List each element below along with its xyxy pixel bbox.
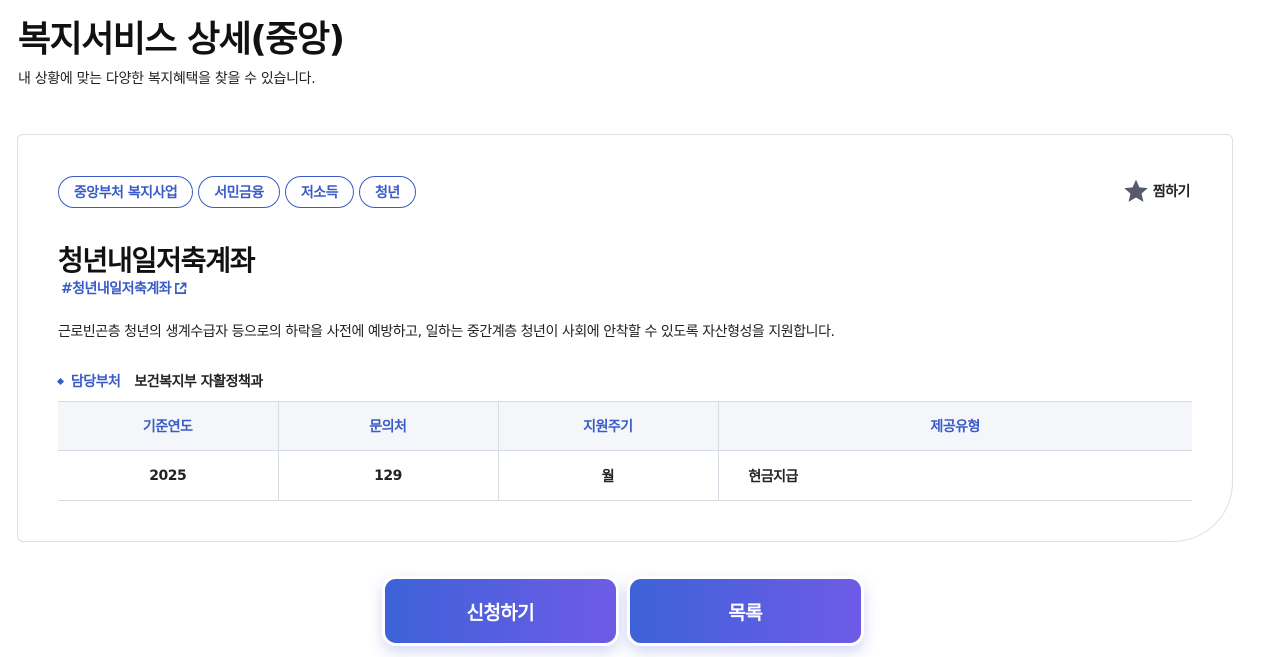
page-subtitle: 내 상황에 맞는 다양한 복지혜택을 찾을 수 있습니다. — [18, 71, 316, 87]
service-detail-card: 중앙부처 복지사업 서민금융 저소득 청년 찜하기 청년내일저축계좌 #청년내일… — [17, 134, 1233, 542]
service-description: 근로빈곤층 청년의 생계수급자 등으로의 하락을 사전에 예방하고, 일하는 중… — [58, 324, 835, 340]
tag-youth[interactable]: 청년 — [359, 176, 416, 208]
service-hashtag-link[interactable]: #청년내일저축계좌 — [61, 278, 187, 298]
cell-contact: 129 — [278, 450, 499, 501]
header-type: 제공유형 — [718, 401, 1192, 451]
external-link-icon — [175, 282, 187, 294]
tag-finance[interactable]: 서민금융 — [198, 176, 280, 208]
star-icon — [1124, 179, 1148, 202]
header-cycle: 지원주기 — [498, 401, 719, 451]
favorite-button[interactable]: 찜하기 — [1123, 178, 1191, 204]
list-button[interactable]: 목록 — [627, 576, 864, 646]
table-row: 2025 129 월 현금지급 — [58, 450, 1192, 501]
cell-type: 현금지급 — [718, 450, 1192, 501]
service-info-table: 기준연도 문의처 지원주기 제공유형 2025 129 월 현금지급 — [58, 401, 1192, 501]
table-header-row: 기준연도 문의처 지원주기 제공유형 — [58, 401, 1192, 451]
tag-list: 중앙부처 복지사업 서민금융 저소득 청년 — [58, 176, 416, 208]
diamond-bullet-icon — [56, 377, 65, 385]
header-contact: 문의처 — [278, 401, 499, 451]
tag-central-ministry[interactable]: 중앙부처 복지사업 — [58, 176, 194, 208]
department-value: 보건복지부 자활정책과 — [134, 374, 264, 390]
department-label: 담당부처 — [71, 374, 121, 390]
cell-cycle: 월 — [498, 450, 719, 501]
hashtag-text: #청년내일저축계좌 — [61, 281, 172, 297]
department-row: 담당부처 보건복지부 자활정책과 — [56, 371, 264, 391]
service-title: 청년내일저축계좌 — [58, 244, 256, 277]
cell-year: 2025 — [58, 450, 279, 501]
page-title: 복지서비스 상세(중앙) — [18, 19, 345, 60]
favorite-label: 찜하기 — [1152, 184, 1191, 200]
apply-button[interactable]: 신청하기 — [382, 576, 619, 646]
tag-low-income[interactable]: 저소득 — [284, 176, 355, 208]
header-year: 기준연도 — [58, 401, 279, 451]
